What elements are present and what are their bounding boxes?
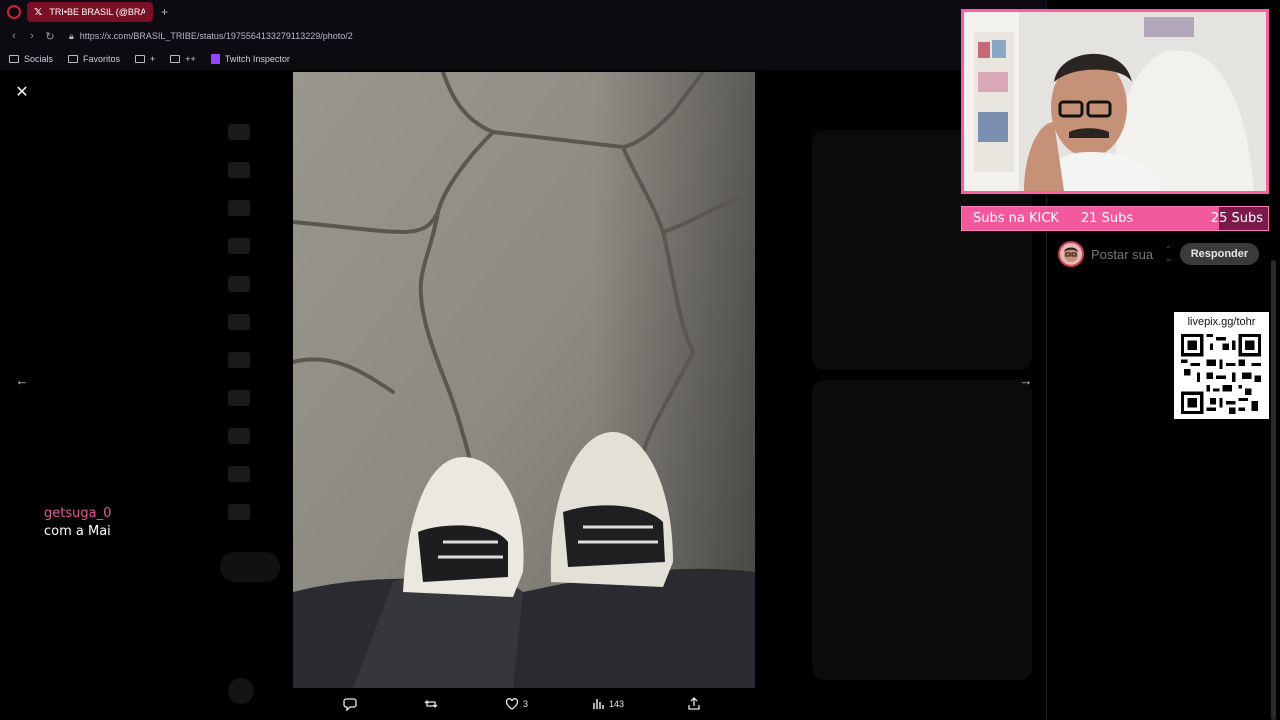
webcam-feed [961, 9, 1269, 194]
previous-photo-button[interactable]: ← [12, 370, 32, 390]
reply-icon [343, 698, 357, 711]
folder-icon [135, 55, 146, 63]
avatar-image [1064, 247, 1078, 262]
share-button[interactable] [687, 697, 705, 711]
twitch-icon [210, 54, 220, 64]
bookmark-item[interactable]: + [135, 54, 155, 64]
folder-icon [9, 55, 19, 63]
tab-title: TRI•BE BRASIL (@BRASIL [49, 7, 145, 17]
ghost-nav-icon [228, 124, 250, 140]
ghost-nav-icon [228, 390, 250, 406]
ghost-nav-icon [228, 200, 250, 216]
reload-icon[interactable]: ↻ [41, 30, 59, 43]
ghost-nav-icon [228, 466, 250, 482]
subs-goal: 25 Subs [1195, 207, 1268, 230]
ghost-nav-icon [228, 276, 250, 292]
qr-code-icon [1181, 334, 1261, 414]
avatar[interactable] [1058, 241, 1084, 267]
share-icon [688, 697, 700, 710]
bookmark-item[interactable]: Twitch Inspector [210, 54, 290, 64]
lock-icon: 🔒︎ [69, 30, 74, 41]
reply-submit-button[interactable]: Responder [1179, 243, 1260, 265]
like-count: 3 [522, 699, 528, 709]
repost-button[interactable] [424, 697, 442, 711]
ghost-nav-icon [228, 352, 250, 368]
bookmark-label: ++ [185, 54, 196, 64]
views-count: 143 [608, 699, 624, 709]
photo-image [293, 72, 755, 688]
reply-input[interactable]: Postar sua [1091, 247, 1161, 262]
views-button[interactable]: 143 [591, 697, 624, 711]
tab-active[interactable]: 𝕏 TRI•BE BRASIL (@BRASIL [27, 2, 153, 22]
ghost-nav-icon [228, 314, 250, 330]
forward-icon[interactable]: › [23, 30, 41, 42]
bookmark-label: Socials [24, 54, 54, 64]
chat-message: getsuga_0 com a Mai [44, 506, 111, 539]
close-icon[interactable]: ✕ [12, 82, 32, 102]
action-bar: 3 143 [293, 690, 755, 718]
chat-text: com a Mai [44, 524, 111, 539]
scrollbar[interactable] [1271, 260, 1276, 720]
x-logo-icon: 𝕏 [34, 6, 43, 18]
repost-icon [424, 700, 438, 708]
back-icon[interactable]: ‹ [5, 30, 23, 42]
bookmark-label: Twitch Inspector [224, 54, 290, 64]
ghost-nav-icon [228, 238, 250, 254]
bookmark-label: Favoritos [83, 54, 121, 64]
views-icon [593, 699, 604, 709]
ghost-avatar [228, 678, 254, 704]
ghost-trends-card [812, 380, 1032, 680]
qr-label: livepix.gg/tohr [1187, 316, 1256, 328]
like-button[interactable]: 3 [505, 697, 528, 711]
subs-goal-bar: Subs na KICK 21 Subs 25 Subs [961, 206, 1269, 231]
folder-icon [170, 55, 181, 63]
photo [293, 72, 755, 688]
bookmark-item[interactable]: Socials [9, 54, 53, 64]
qr-panel: livepix.gg/tohr [1174, 312, 1269, 419]
heart-icon [505, 698, 519, 710]
stepper-icon[interactable]: ⌃ ⌄ [1165, 245, 1172, 263]
reply-row: Postar sua ⌃ ⌄ Responder [1058, 240, 1268, 268]
webcam-image [964, 12, 1266, 191]
subs-title: Subs na KICK [973, 211, 1059, 226]
chat-username: getsuga_0 [44, 506, 112, 521]
url-field[interactable]: https://x.com/BRASIL_TRIBE/status/197556… [80, 31, 353, 41]
subs-current: 21 Subs [1080, 211, 1134, 226]
reply-button[interactable] [343, 697, 361, 711]
folder-icon [68, 55, 79, 63]
ghost-nav-icon [228, 504, 250, 520]
subs-goal-label: 25 Subs [1210, 211, 1263, 226]
bookmark-label: + [150, 54, 156, 64]
next-photo-button[interactable]: → [1016, 370, 1036, 390]
new-tab-button[interactable]: + [161, 5, 168, 19]
ghost-nav-icon [228, 428, 250, 444]
bookmark-item[interactable]: Favoritos [68, 54, 120, 64]
ghost-nav-icon [228, 162, 250, 178]
ghost-post-button [220, 552, 280, 582]
browser-logo-icon[interactable] [7, 5, 21, 19]
bookmark-item[interactable]: ++ [170, 54, 196, 64]
